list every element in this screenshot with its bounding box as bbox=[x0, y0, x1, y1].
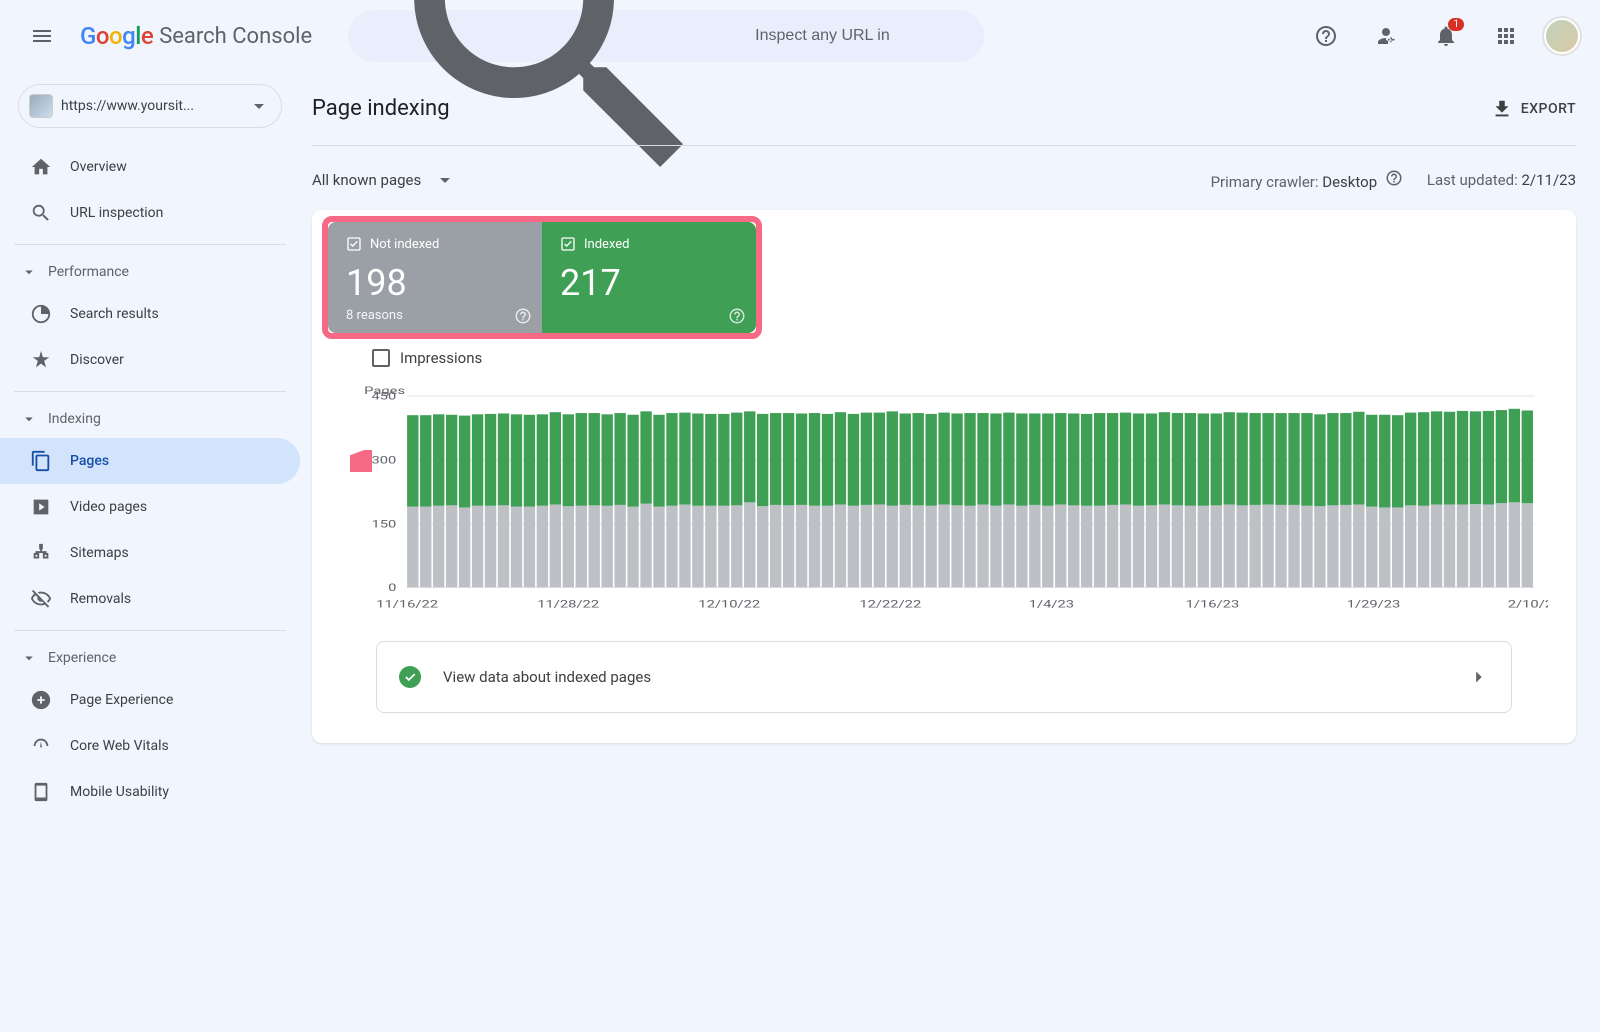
sidebar-group-label: Performance bbox=[48, 264, 129, 280]
checkbox-icon bbox=[346, 236, 362, 252]
notifications-badge: 1 bbox=[1448, 18, 1464, 31]
svg-text:1/29/23: 1/29/23 bbox=[1347, 599, 1401, 611]
svg-text:11/28/22: 11/28/22 bbox=[537, 599, 599, 611]
svg-text:1/4/23: 1/4/23 bbox=[1029, 599, 1074, 611]
tile-value: 198 bbox=[346, 262, 526, 304]
sidebar-item-label: Pages bbox=[70, 453, 109, 469]
svg-text:12/22/22: 12/22/22 bbox=[859, 599, 921, 611]
sidebar-item-label: Core Web Vitals bbox=[70, 738, 169, 754]
filter-label: All known pages bbox=[312, 171, 421, 189]
phone-icon bbox=[30, 781, 52, 803]
sidebar-group-label: Experience bbox=[48, 650, 116, 666]
sidebar-item-sitemaps[interactable]: Sitemaps bbox=[0, 530, 300, 576]
sidebar-item-removals[interactable]: Removals bbox=[0, 576, 300, 622]
logo: Google Search Console bbox=[80, 22, 312, 50]
property-favicon bbox=[29, 94, 53, 118]
sidebar-item-page-experience[interactable]: Page Experience bbox=[0, 677, 300, 723]
tile-indexed[interactable]: Indexed 217 bbox=[542, 222, 756, 333]
hide-icon bbox=[30, 588, 52, 610]
check-circle-icon bbox=[399, 666, 421, 688]
notifications-icon[interactable]: 1 bbox=[1424, 14, 1468, 58]
sidebar-item-label: Removals bbox=[70, 591, 131, 607]
chevron-down-icon bbox=[247, 94, 271, 118]
sidebar-item-pages[interactable]: Pages bbox=[0, 438, 300, 484]
sidebar-item-core-web-vitals[interactable]: Core Web Vitals bbox=[0, 723, 300, 769]
download-icon bbox=[1491, 98, 1513, 120]
property-label: https://www.yoursit... bbox=[61, 98, 239, 114]
chevron-down-icon bbox=[433, 168, 457, 192]
export-button[interactable]: EXPORT bbox=[1491, 98, 1576, 120]
caret-down-icon bbox=[20, 410, 38, 428]
home-icon bbox=[30, 156, 52, 178]
index-status-tiles: Not indexed 198 8 reasons Indexed 217 bbox=[322, 216, 762, 339]
sidebar-item-label: Mobile Usability bbox=[70, 784, 169, 800]
tile-sub: 8 reasons bbox=[346, 308, 526, 323]
sidebar-item-label: Video pages bbox=[70, 499, 147, 515]
impressions-toggle[interactable]: Impressions bbox=[372, 349, 1548, 367]
sidebar-group-performance[interactable]: Performance bbox=[0, 253, 300, 291]
svg-text:12/10/22: 12/10/22 bbox=[698, 599, 760, 611]
sidebar-group-experience[interactable]: Experience bbox=[0, 639, 300, 677]
sidebar-item-label: Overview bbox=[70, 159, 127, 175]
svg-text:2/10/23: 2/10/23 bbox=[1508, 599, 1548, 611]
help-icon[interactable] bbox=[1304, 14, 1348, 58]
svg-text:1/16/23: 1/16/23 bbox=[1186, 599, 1240, 611]
tile-value: 217 bbox=[560, 262, 740, 304]
caret-down-icon bbox=[20, 649, 38, 667]
svg-text:450: 450 bbox=[371, 391, 396, 403]
help-icon[interactable] bbox=[514, 307, 532, 325]
property-picker[interactable]: https://www.yoursit... bbox=[18, 84, 282, 128]
google-wordmark: Google bbox=[80, 22, 153, 50]
primary-crawler: Primary crawler: Desktop bbox=[1211, 169, 1403, 191]
sidebar-item-label: Search results bbox=[70, 306, 159, 322]
tile-not-indexed[interactable]: Not indexed 198 8 reasons bbox=[328, 222, 542, 333]
last-updated: Last updated: 2/11/23 bbox=[1427, 171, 1576, 189]
svg-text:150: 150 bbox=[371, 518, 396, 530]
view-indexed-bar[interactable]: View data about indexed pages bbox=[376, 641, 1512, 713]
sidebar-item-overview[interactable]: Overview bbox=[0, 144, 300, 190]
sidebar-item-url-inspection[interactable]: URL inspection bbox=[0, 190, 300, 236]
sidebar: https://www.yoursit... Overview URL insp… bbox=[0, 72, 300, 839]
page-title: Page indexing bbox=[312, 96, 450, 121]
sidebar-item-mobile-usability[interactable]: Mobile Usability bbox=[0, 769, 300, 815]
sidebar-item-label: Page Experience bbox=[70, 692, 173, 708]
sidebar-item-discover[interactable]: Discover bbox=[0, 337, 300, 383]
impressions-label: Impressions bbox=[400, 349, 482, 367]
caret-down-icon bbox=[20, 263, 38, 281]
export-label: EXPORT bbox=[1521, 101, 1576, 117]
discover-icon bbox=[30, 349, 52, 371]
svg-text:11/16/22: 11/16/22 bbox=[376, 599, 438, 611]
menu-icon[interactable] bbox=[20, 14, 64, 58]
sidebar-item-search-results[interactable]: Search results bbox=[0, 291, 300, 337]
help-icon[interactable] bbox=[728, 307, 746, 325]
search-box[interactable] bbox=[348, 10, 984, 62]
search-icon bbox=[30, 202, 52, 224]
g-logo-icon bbox=[30, 303, 52, 325]
circle-plus-icon bbox=[30, 689, 52, 711]
checkbox-icon bbox=[560, 236, 576, 252]
info-bar-text: View data about indexed pages bbox=[443, 668, 651, 686]
sidebar-group-indexing[interactable]: Indexing bbox=[0, 400, 300, 438]
sidebar-group-label: Indexing bbox=[48, 411, 101, 427]
svg-text:0: 0 bbox=[388, 582, 396, 594]
apps-icon[interactable] bbox=[1484, 14, 1528, 58]
svg-text:300: 300 bbox=[371, 455, 396, 467]
logo-text: Search Console bbox=[159, 24, 312, 49]
gauge-icon bbox=[30, 735, 52, 757]
sitemap-icon bbox=[30, 542, 52, 564]
index-chart: Pages015030045011/16/2211/28/2212/10/221… bbox=[340, 385, 1548, 615]
users-settings-icon[interactable] bbox=[1364, 14, 1408, 58]
help-icon[interactable] bbox=[1385, 169, 1403, 187]
checkbox-icon bbox=[372, 349, 390, 367]
sidebar-item-label: Discover bbox=[70, 352, 124, 368]
pages-icon bbox=[30, 450, 52, 472]
video-icon bbox=[30, 496, 52, 518]
sidebar-item-video-pages[interactable]: Video pages bbox=[0, 484, 300, 530]
search-input[interactable] bbox=[753, 26, 964, 46]
avatar[interactable] bbox=[1544, 18, 1580, 54]
pages-filter[interactable]: All known pages bbox=[312, 168, 457, 192]
sidebar-item-label: URL inspection bbox=[70, 205, 163, 221]
chevron-right-icon bbox=[1467, 666, 1489, 688]
sidebar-item-label: Sitemaps bbox=[70, 545, 129, 561]
